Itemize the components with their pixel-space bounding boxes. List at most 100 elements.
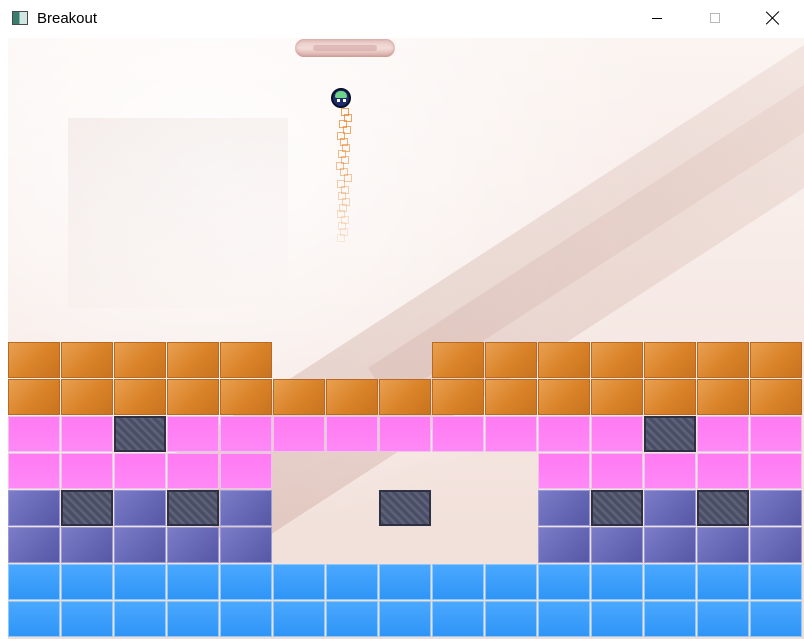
orange-brick [538,342,590,378]
pink-brick [591,453,643,489]
purple-brick [220,527,272,563]
pink-brick [644,453,696,489]
blue-brick [644,564,696,600]
blue-brick [167,564,219,600]
blue-brick [538,601,590,637]
minimize-icon [652,17,662,19]
background-light [68,118,288,308]
blue-brick [61,564,113,600]
purple-brick [61,527,113,563]
purple-brick [538,490,590,526]
pink-brick [220,453,272,489]
blue-brick [326,564,378,600]
purple-brick [167,527,219,563]
purple-brick [750,490,802,526]
orange-brick [273,379,325,415]
blue-brick [220,601,272,637]
orange-brick [167,342,219,378]
pink-brick [697,453,749,489]
pink-brick [750,416,802,452]
orange-brick [485,342,537,378]
orange-brick [167,379,219,415]
pink-brick [8,453,60,489]
minimize-button[interactable] [628,0,686,36]
paddle[interactable] [295,39,395,57]
pink-brick [167,453,219,489]
orange-brick [114,379,166,415]
steel-brick [591,490,643,526]
blue-brick [591,601,643,637]
blue-brick [591,564,643,600]
steel-brick [644,416,696,452]
blue-brick [379,564,431,600]
orange-brick [750,379,802,415]
blue-brick [697,601,749,637]
orange-brick [8,379,60,415]
blue-brick [379,601,431,637]
close-button[interactable] [744,0,802,36]
pink-brick [61,416,113,452]
orange-brick [485,379,537,415]
blue-brick [485,601,537,637]
orange-brick [114,342,166,378]
orange-brick [750,342,802,378]
blue-brick [750,601,802,637]
orange-brick [591,342,643,378]
blue-brick [538,564,590,600]
blue-brick [432,564,484,600]
purple-brick [750,527,802,563]
steel-brick [114,416,166,452]
blue-brick [750,564,802,600]
blue-brick [644,601,696,637]
purple-brick [8,527,60,563]
pink-brick [591,416,643,452]
blue-brick [167,601,219,637]
blue-brick [114,601,166,637]
orange-brick [8,342,60,378]
steel-brick [61,490,113,526]
pink-brick [220,416,272,452]
purple-brick [114,527,166,563]
blue-brick [61,601,113,637]
blue-brick [697,564,749,600]
orange-brick [697,342,749,378]
purple-brick [538,527,590,563]
orange-brick [432,342,484,378]
pink-brick [432,416,484,452]
title-bar[interactable]: Breakout [0,0,804,38]
orange-brick [644,379,696,415]
orange-brick [61,379,113,415]
ball-eye [337,99,340,102]
steel-brick [697,490,749,526]
pink-brick [167,416,219,452]
pink-brick [61,453,113,489]
orange-brick [326,379,378,415]
trail-particle [344,174,352,182]
pink-brick [697,416,749,452]
orange-brick [697,379,749,415]
pink-brick [750,453,802,489]
orange-brick [379,379,431,415]
pink-brick [538,416,590,452]
purple-brick [220,490,272,526]
orange-brick [220,342,272,378]
steel-brick [379,490,431,526]
pink-brick [379,416,431,452]
maximize-button[interactable] [686,0,744,36]
purple-brick [697,527,749,563]
purple-brick [8,490,60,526]
blue-brick [326,601,378,637]
purple-brick [644,490,696,526]
orange-brick [432,379,484,415]
ball-highlight [335,91,347,98]
close-icon [766,11,780,25]
blue-brick [432,601,484,637]
paddle-core [313,45,377,51]
steel-brick [167,490,219,526]
maximize-icon [710,13,720,23]
game-field[interactable] [8,38,804,639]
blue-brick [273,564,325,600]
app-window-icon [12,11,28,25]
ball-eye [343,99,346,102]
blue-brick [8,564,60,600]
